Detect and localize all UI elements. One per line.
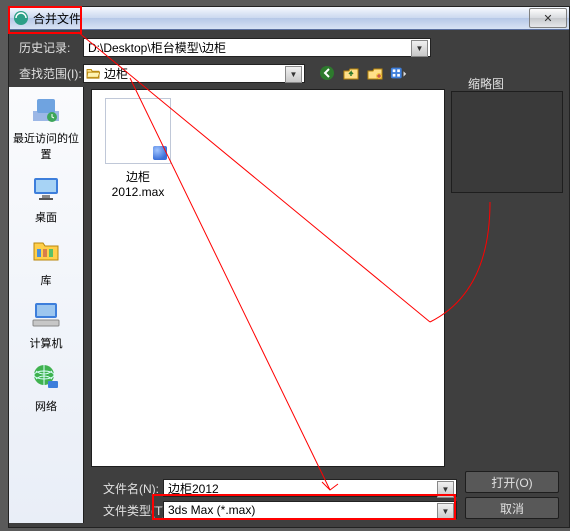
chevron-down-icon[interactable]: ▼	[437, 481, 454, 498]
sidebar-item-label: 网络	[9, 398, 83, 414]
chevron-down-icon[interactable]: ▼	[285, 66, 302, 83]
file-item[interactable]: 边柜2012.max	[102, 98, 174, 199]
recent-icon	[30, 93, 62, 125]
sidebar-item-libraries[interactable]: 库	[9, 235, 83, 288]
network-icon	[30, 361, 62, 393]
filetype-label: 文件类型(T):	[103, 502, 163, 519]
chevron-down-icon[interactable]: ▼	[437, 503, 454, 520]
history-path-dropdown[interactable]: D:\Desktop\柜台模型\边柜 ▼	[83, 38, 431, 57]
up-one-level-icon[interactable]	[342, 64, 360, 82]
window-close-button[interactable]: ✕	[529, 8, 567, 28]
filetype-value: 3ds Max (*.max)	[168, 503, 255, 517]
history-label: 历史记录:	[19, 39, 83, 56]
filename-value: 边柜2012	[168, 480, 219, 497]
app-icon	[13, 10, 29, 26]
filename-input[interactable]: 边柜2012 ▼	[163, 479, 457, 497]
history-path-text: D:\Desktop\柜台模型\边柜	[88, 39, 226, 56]
filetype-dropdown[interactable]: 3ds Max (*.max) ▼	[163, 501, 457, 519]
libraries-icon	[30, 235, 62, 267]
file-name-label: 边柜2012.max	[102, 168, 174, 199]
open-button[interactable]: 打开(O)	[465, 471, 559, 493]
places-sidebar: 最近访问的位置 桌面 库 计算机 网络	[9, 87, 84, 523]
sidebar-item-label: 最近访问的位置	[9, 130, 83, 162]
sidebar-item-computer[interactable]: 计算机	[9, 298, 83, 351]
folder-open-icon	[86, 67, 100, 79]
filename-label: 文件名(N):	[103, 480, 163, 497]
titlebar[interactable]: 合并文件 ✕	[9, 7, 569, 30]
sidebar-item-desktop[interactable]: 桌面	[9, 172, 83, 225]
thumbnail-preview-panel	[451, 91, 563, 193]
new-folder-icon[interactable]	[366, 64, 384, 82]
sidebar-item-recent[interactable]: 最近访问的位置	[9, 93, 83, 162]
cancel-button-label: 取消	[500, 500, 524, 517]
lookin-folder-dropdown[interactable]: 边柜 ▼	[83, 64, 305, 83]
sidebar-item-label: 桌面	[9, 209, 83, 225]
sidebar-item-label: 计算机	[9, 335, 83, 351]
window-title: 合并文件	[33, 10, 81, 27]
desktop-icon	[30, 172, 62, 204]
chevron-down-icon[interactable]: ▼	[411, 40, 428, 57]
open-button-label: 打开(O)	[491, 474, 532, 491]
file-list-area[interactable]: 边柜2012.max	[91, 89, 445, 467]
back-icon[interactable]	[318, 64, 336, 82]
view-menu-icon[interactable]	[390, 64, 408, 82]
dialog-window: 合并文件 ✕ 历史记录: D:\Desktop\柜台模型\边柜 ▼ 查找范围(I…	[8, 6, 570, 528]
lookin-label: 查找范围(I):	[19, 65, 83, 82]
sidebar-item-label: 库	[9, 272, 83, 288]
thumbnail-heading: 缩略图	[468, 75, 504, 92]
cancel-button[interactable]: 取消	[465, 497, 559, 519]
sidebar-item-network[interactable]: 网络	[9, 361, 83, 414]
lookin-folder-text: 边柜	[104, 65, 128, 82]
close-icon: ✕	[543, 12, 552, 25]
file-thumbnail-icon	[105, 98, 171, 164]
computer-icon	[30, 298, 62, 330]
